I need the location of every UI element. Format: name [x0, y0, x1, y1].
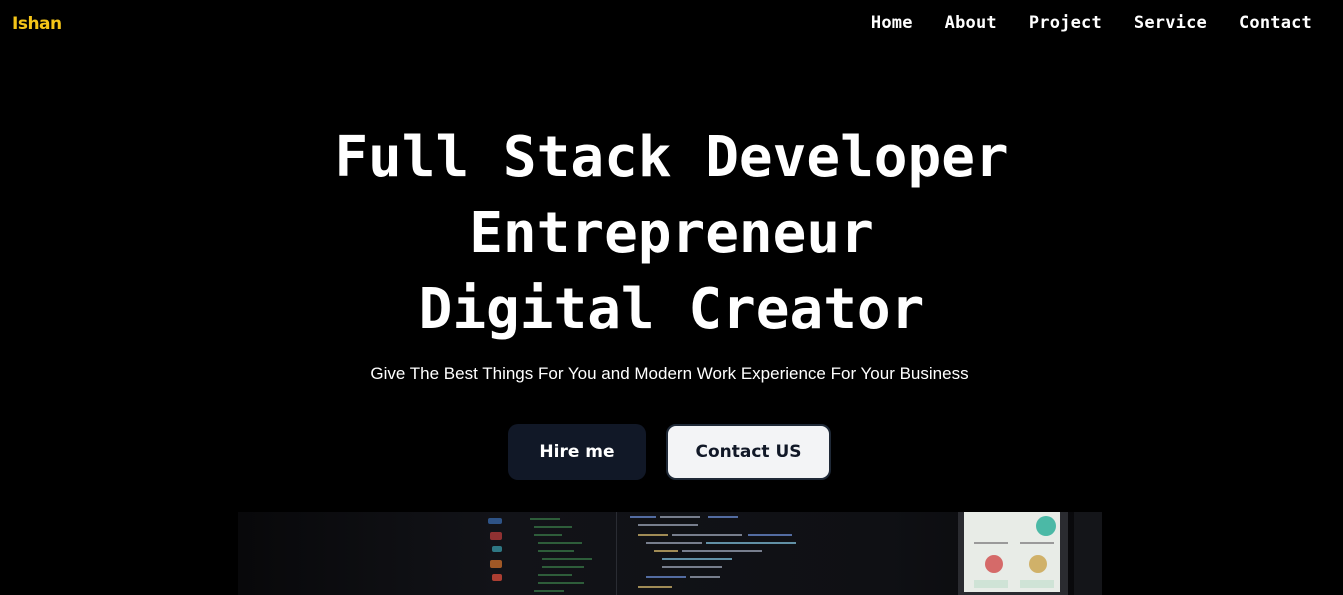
nav-links: Home About Project Service Contact: [871, 13, 1312, 33]
navbar: Ishan Home About Project Service Contact: [0, 0, 1343, 50]
contact-us-button[interactable]: Contact US: [666, 424, 831, 480]
hero-line-1: Full Stack Developer: [334, 125, 1009, 190]
hero-subtitle: Give The Best Things For You and Modern …: [370, 364, 969, 383]
hero-title: Full Stack Developer Entrepreneur Digita…: [0, 120, 1343, 348]
page: Ishan Home About Project Service Contact…: [0, 0, 1343, 595]
nav-link-service[interactable]: Service: [1134, 13, 1207, 33]
nav-link-about[interactable]: About: [945, 13, 997, 33]
hero-image: [238, 512, 1102, 595]
nav-link-home[interactable]: Home: [871, 13, 913, 33]
hero-line-2: Entrepreneur: [469, 201, 874, 266]
hero-line-3: Digital Creator: [418, 277, 925, 342]
nav-link-project[interactable]: Project: [1029, 13, 1102, 33]
logo[interactable]: Ishan: [12, 14, 62, 34]
hire-me-button[interactable]: Hire me: [508, 424, 646, 480]
nav-link-contact[interactable]: Contact: [1239, 13, 1312, 33]
code-screen-photo: [238, 512, 1102, 595]
